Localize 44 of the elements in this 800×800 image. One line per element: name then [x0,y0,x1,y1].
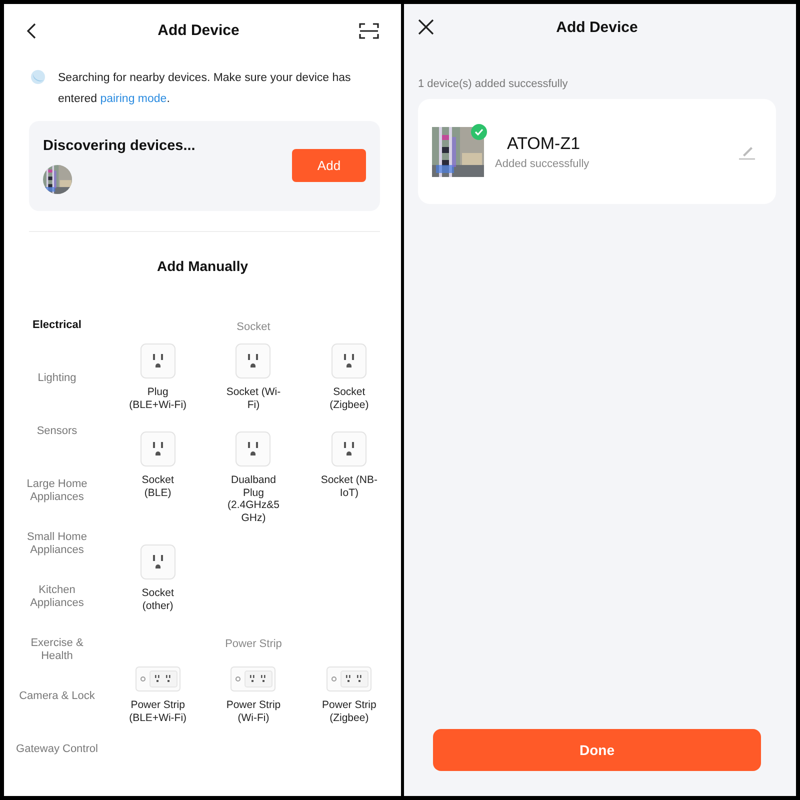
device-type-item[interactable]: Plug (BLE+Wi-Fi) [120,343,196,411]
power-strip-icon [134,666,181,692]
category-item[interactable]: Electrical [32,319,82,332]
outlet-icon [331,431,368,467]
device-type-item[interactable]: Dualband Plug (2.4GHz&5GHz) [215,431,292,524]
outlet-icon [140,431,176,467]
page-title: Add Device [158,22,240,40]
device-type-item[interactable]: Socket (BLE) [120,431,196,524]
device-name: ATOM-Z1 [507,134,582,154]
device-type-item[interactable]: Socket (Zigbee) [311,343,388,411]
close-button[interactable] [418,19,434,35]
discovery-title: Discovering devices... [43,138,196,154]
outlet-icon [235,343,272,379]
device-type-item[interactable]: Socket (Wi-Fi) [215,343,292,411]
outlet-icon [235,431,272,467]
section-title: Add Manually [156,258,249,274]
back-button[interactable] [26,22,38,40]
category-item[interactable]: Exercise & Health [14,637,100,663]
device-type-item[interactable]: Power Strip (Wi-Fi) [215,660,292,724]
category-item[interactable]: Gateway Control [16,743,98,756]
power-strip-icon [326,666,372,692]
outlet-icon [140,343,176,379]
pairing-mode-link[interactable]: pairing mode [100,92,167,105]
device-status: Added successfully [495,158,590,170]
outlet-icon [331,343,368,379]
power-strip-icon [230,666,276,692]
device-type-item[interactable]: Socket (NB-IoT) [311,431,388,524]
category-item[interactable]: Large Home Appliances [14,478,100,504]
category-item[interactable]: Sensors [36,425,78,438]
searching-icon [30,68,46,85]
outlet-icon [140,544,176,580]
group-title: Power Strip [224,638,283,652]
category-item[interactable]: Camera & Lock [19,690,95,703]
search-notice: Searching for nearby devices. Make sure your device has entered pairing mode. [58,70,352,107]
category-item[interactable]: Kitchen Appliances [14,584,100,610]
scan-button[interactable] [358,22,379,40]
page-title: Add Device [556,18,638,36]
device-type-item[interactable]: Power Strip (BLE+Wi-Fi) [120,660,196,724]
device-type-item[interactable]: Socket (other) [120,544,196,612]
success-summary: 1 device(s) added successfully [417,77,569,90]
group-title: Socket [236,321,272,335]
device-type-item[interactable]: Power Strip (Zigbee) [311,660,388,724]
category-item[interactable]: Lighting [38,372,76,385]
category-item[interactable]: Small Home Appliances [14,531,100,557]
